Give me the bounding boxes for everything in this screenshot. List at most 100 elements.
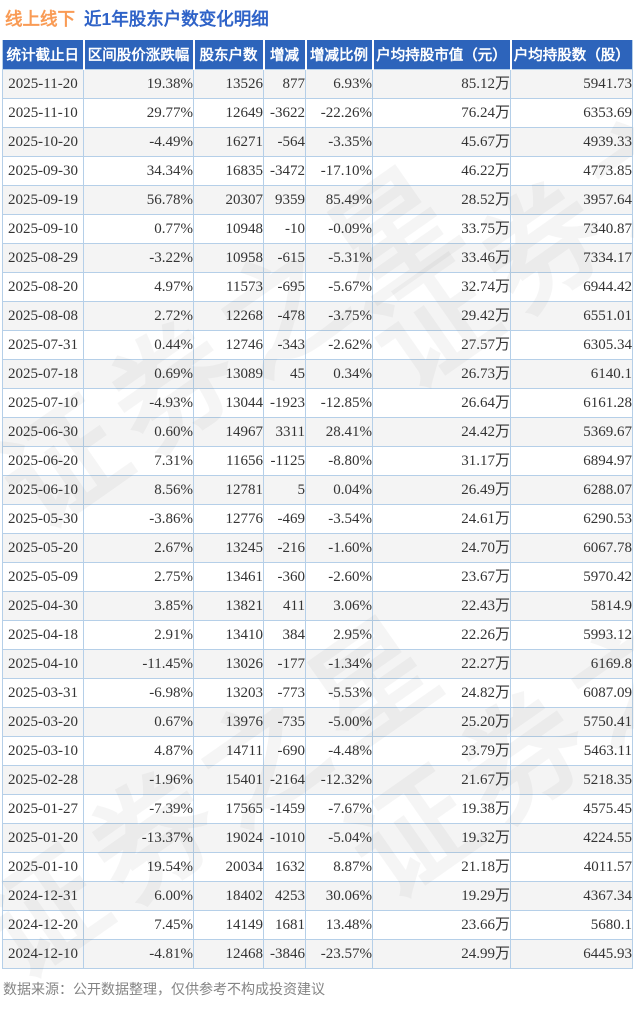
stock-name: 线上线下 [5,9,75,29]
cell-avg-market-value: 19.29万 [372,881,511,911]
cell-avg-market-value: 24.61万 [372,504,511,534]
cell-delta-ratio: -0.09% [305,214,373,244]
table-row: 2025-11-20 19.38% 13526 877 6.93% 85.12万 5941.… [2,69,633,99]
cell-delta-ratio: -23.57% [305,939,373,969]
cell-holders: 12468 [193,939,264,969]
cell-delta: 411 [263,591,306,621]
cell-delta-ratio: 85.49% [305,185,373,215]
cell-delta-ratio: -12.32% [305,765,373,795]
column-header-avg-market-value: 户均持股市值（元） [371,40,511,70]
cell-delta-ratio: 28.41% [305,417,373,447]
cell-holders: 12776 [193,504,264,534]
cell-price-change: 2.91% [83,620,194,650]
cell-delta: -1125 [263,446,306,476]
cell-delta: -1010 [263,823,306,853]
cell-delta: -3846 [263,939,306,969]
cell-delta-ratio: -5.53% [305,678,373,708]
cell-avg-shares: 6288.07 [510,475,633,505]
cell-holders: 10948 [193,214,264,244]
cell-price-change: 4.97% [83,272,194,302]
table-row: 2025-08-08 2.72% 12268 -478 -3.75% 29.42万 6551… [2,301,633,331]
cell-avg-shares: 5218.35 [510,765,633,795]
cell-delta: -615 [263,243,306,273]
cell-holders: 20307 [193,185,264,215]
cell-holders: 13461 [193,562,264,592]
cell-avg-market-value: 46.22万 [372,156,511,186]
cell-holders: 17565 [193,794,264,824]
cell-avg-shares: 6087.09 [510,678,633,708]
table-row: 2025-01-20 -13.37% 19024 -1010 -5.04% 19.32万 4… [2,823,633,853]
cell-avg-market-value: 24.82万 [372,678,511,708]
cell-delta: 1632 [263,852,306,882]
cell-date: 2025-09-19 [2,185,84,215]
cell-price-change: 8.56% [83,475,194,505]
cell-holders: 12649 [193,98,264,128]
cell-delta: 9359 [263,185,306,215]
cell-delta: -3472 [263,156,306,186]
column-header-holders: 股东户数 [192,40,264,70]
cell-date: 2025-04-10 [2,649,84,679]
cell-avg-market-value: 26.64万 [372,388,511,418]
cell-avg-shares: 6140.1 [510,359,633,389]
column-header-date: 统计截止日 [2,40,84,70]
cell-avg-shares: 6353.69 [510,98,633,128]
cell-delta-ratio: -7.67% [305,794,373,824]
cell-avg-shares: 5970.42 [510,562,633,592]
cell-date: 2025-11-10 [2,98,84,128]
cell-avg-shares: 5750.41 [510,707,633,737]
table-row: 2025-09-19 56.78% 20307 9359 85.49% 28.52万 395… [2,185,633,215]
cell-avg-shares: 6305.34 [510,330,633,360]
cell-delta: 45 [263,359,306,389]
table-row: 2025-07-18 0.69% 13089 45 0.34% 26.73万 6140.1 [2,359,633,389]
cell-holders: 16271 [193,127,264,157]
cell-price-change: -13.37% [83,823,194,853]
table-row: 2025-09-30 34.34% 16835 -3472 -17.10% 46.22万 4… [2,156,633,186]
cell-holders: 11573 [193,272,264,302]
cell-holders: 13089 [193,359,264,389]
cell-delta: -10 [263,214,306,244]
cell-avg-shares: 3957.64 [510,185,633,215]
cell-avg-shares: 5680.1 [510,910,633,940]
cell-avg-market-value: 19.38万 [372,794,511,824]
cell-delta-ratio: -12.85% [305,388,373,418]
cell-date: 2024-12-20 [2,910,84,940]
cell-delta: -177 [263,649,306,679]
cell-avg-market-value: 33.75万 [372,214,511,244]
cell-date: 2025-07-18 [2,359,84,389]
cell-price-change: 6.00% [83,881,194,911]
cell-avg-market-value: 24.42万 [372,417,511,447]
cell-price-change: 7.45% [83,910,194,940]
cell-avg-market-value: 85.12万 [372,69,511,99]
column-header-delta: 增减 [262,40,306,70]
cell-avg-market-value: 76.24万 [372,98,511,128]
cell-price-change: -6.98% [83,678,194,708]
cell-delta-ratio: -4.48% [305,736,373,766]
cell-date: 2025-10-20 [2,127,84,157]
cell-price-change: 19.54% [83,852,194,882]
cell-delta-ratio: 3.06% [305,591,373,621]
cell-delta-ratio: -1.34% [305,649,373,679]
column-header-avg-shares: 户均持股数（股） [509,40,633,70]
cell-date: 2025-11-20 [2,69,84,99]
cell-price-change: -4.93% [83,388,194,418]
cell-avg-market-value: 21.67万 [372,765,511,795]
cell-delta: 384 [263,620,306,650]
cell-price-change: 3.85% [83,591,194,621]
table-row: 2025-04-10 -11.45% 13026 -177 -1.34% 22.27万 61… [2,649,633,679]
cell-avg-shares: 4224.55 [510,823,633,853]
cell-avg-shares: 5463.11 [510,736,633,766]
cell-holders: 14967 [193,417,264,447]
cell-delta-ratio: 2.95% [305,620,373,650]
cell-delta-ratio: -5.00% [305,707,373,737]
cell-avg-market-value: 21.18万 [372,852,511,882]
cell-holders: 13821 [193,591,264,621]
cell-delta: -360 [263,562,306,592]
cell-delta-ratio: -3.35% [305,127,373,157]
cell-avg-shares: 5993.12 [510,620,633,650]
cell-avg-shares: 4939.33 [510,127,633,157]
report-title: 近1年股东户数变化明细 [84,9,269,29]
cell-delta-ratio: -3.75% [305,301,373,331]
cell-holders: 19024 [193,823,264,853]
cell-holders: 13526 [193,69,264,99]
cell-delta: -773 [263,678,306,708]
